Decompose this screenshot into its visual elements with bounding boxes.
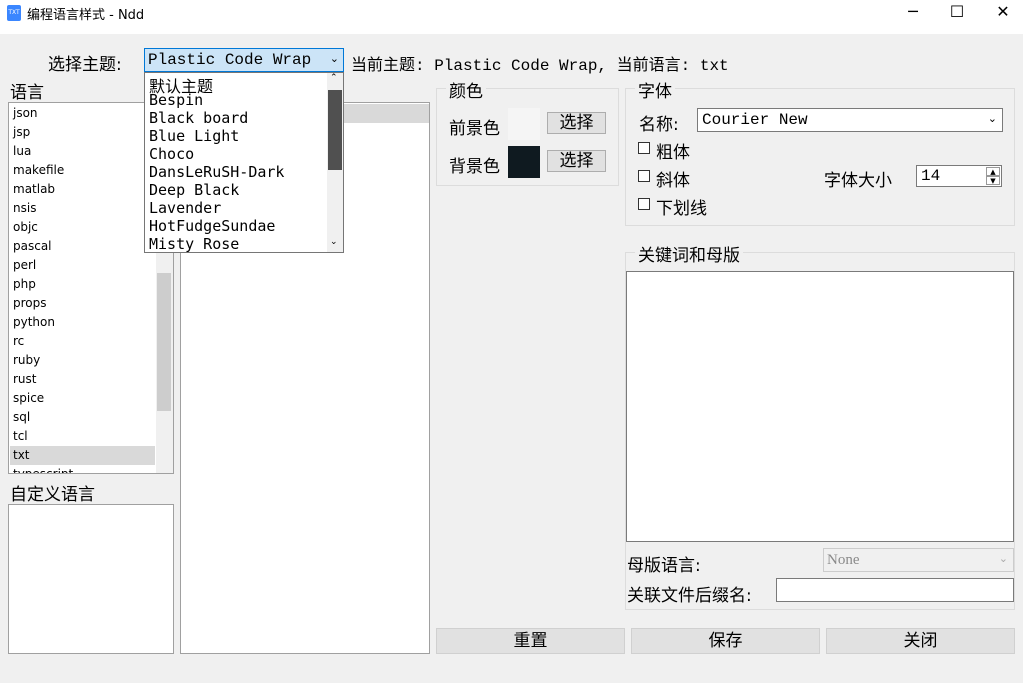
theme-label: 选择主题: (48, 55, 122, 75)
theme-select-value: Plastic Code Wrap (148, 51, 312, 69)
window-title: 编程语言样式 - Ndd (27, 8, 145, 23)
theme-dropdown-list[interactable]: 默认主题 Bespin Black board Blue Light Choco… (144, 72, 344, 253)
list-item[interactable]: pascal (13, 239, 52, 253)
font-name-label: 名称: (639, 115, 679, 135)
list-item[interactable]: lua (13, 144, 31, 158)
dropdown-option[interactable]: Misty Rose (149, 235, 239, 252)
color-group-label: 颜色 (446, 77, 486, 102)
italic-checkbox[interactable] (638, 170, 650, 182)
close-button[interactable]: 关闭 (826, 628, 1015, 654)
list-item[interactable]: jsp (13, 125, 30, 139)
list-item[interactable]: python (13, 315, 55, 329)
list-item[interactable]: json (13, 106, 38, 120)
list-item[interactable]: sql (13, 410, 30, 424)
italic-label: 斜体 (656, 171, 690, 191)
file-extension-input[interactable] (776, 578, 1014, 602)
bold-label: 粗体 (656, 143, 690, 163)
custom-languages-label: 自定义语言 (10, 485, 95, 505)
bold-checkbox[interactable] (638, 142, 650, 154)
background-color-swatch (508, 146, 540, 178)
list-item[interactable]: objc (13, 220, 38, 234)
increase-icon[interactable]: ▲ (986, 167, 1000, 176)
dropdown-option[interactable]: Bespin (149, 91, 203, 109)
chevron-down-icon: ⌄ (987, 112, 997, 125)
minimize-button[interactable]: ─ (890, 0, 936, 26)
list-item[interactable]: makefile (13, 163, 64, 177)
dropdown-option[interactable]: Black board (149, 109, 248, 127)
list-item[interactable]: ruby (13, 353, 40, 367)
reset-button[interactable]: 重置 (436, 628, 625, 654)
list-item[interactable]: rust (13, 372, 37, 386)
dropdown-scrollbar[interactable]: ⌃ ⌄ (327, 73, 343, 252)
scrollbar-thumb[interactable] (328, 90, 342, 170)
base-language-select[interactable]: None ⌄ (823, 548, 1014, 572)
custom-languages-list[interactable] (8, 504, 174, 654)
list-item[interactable]: tcl (13, 429, 28, 443)
underline-checkbox[interactable] (638, 198, 650, 210)
dropdown-option[interactable]: Deep Black (149, 181, 239, 199)
font-size-stepper[interactable]: 14 ▲ ▼ (916, 165, 1002, 187)
font-name-value: Courier New (702, 111, 808, 129)
dropdown-option[interactable]: Lavender (149, 199, 221, 217)
maximize-button[interactable]: ☐ (934, 0, 980, 26)
list-item[interactable]: typescript (13, 467, 73, 473)
current-theme-info: 当前主题: Plastic Code Wrap, 当前语言: txt (351, 57, 729, 75)
choose-background-button[interactable]: 选择 (547, 150, 606, 172)
title-bar (0, 0, 1023, 34)
keywords-group-label: 关键词和母版 (635, 241, 743, 266)
foreground-label: 前景色 (449, 119, 500, 139)
background-label: 背景色 (449, 157, 500, 177)
list-item[interactable]: spice (13, 391, 44, 405)
dropdown-option[interactable]: HotFudgeSundae (149, 217, 275, 235)
font-group-label: 字体 (635, 77, 675, 102)
choose-foreground-button[interactable]: 选择 (547, 112, 606, 134)
list-item[interactable]: perl (13, 258, 36, 272)
dropdown-option[interactable]: DansLeRuSH-Dark (149, 163, 284, 181)
app-icon: TXT (7, 5, 21, 21)
scroll-up-icon[interactable]: ⌃ (330, 73, 338, 83)
chevron-down-icon: ⌄ (329, 52, 339, 65)
save-button[interactable]: 保存 (631, 628, 820, 654)
list-item[interactable]: rc (13, 334, 24, 348)
dropdown-option[interactable]: Choco (149, 145, 194, 163)
languages-label: 语言 (10, 83, 44, 103)
font-size-label: 字体大小 (824, 171, 892, 191)
file-extension-label: 关联文件后缀名: (627, 586, 752, 606)
list-item[interactable]: matlab (13, 182, 55, 196)
foreground-color-swatch (508, 108, 540, 140)
list-item[interactable]: props (13, 296, 47, 310)
underline-label: 下划线 (656, 199, 707, 219)
base-language-value: None (827, 552, 860, 568)
decrease-icon[interactable]: ▼ (986, 176, 1000, 185)
scrollbar-thumb[interactable] (157, 273, 171, 411)
font-name-select[interactable]: Courier New ⌄ (697, 108, 1003, 132)
list-item-label: txt (13, 448, 30, 462)
list-item[interactable]: php (13, 277, 36, 291)
list-item-selected[interactable]: txt (10, 446, 155, 465)
theme-select[interactable]: Plastic Code Wrap ⌄ (144, 48, 344, 72)
font-size-value: 14 (921, 167, 941, 185)
chevron-down-icon: ⌄ (998, 552, 1008, 565)
list-item[interactable]: nsis (13, 201, 36, 215)
dropdown-option[interactable]: Blue Light (149, 127, 239, 145)
scroll-down-icon[interactable]: ⌄ (330, 237, 338, 247)
keywords-text-area[interactable] (626, 271, 1014, 542)
close-window-button[interactable]: ✕ (980, 0, 1023, 26)
base-language-label: 母版语言: (627, 556, 701, 576)
